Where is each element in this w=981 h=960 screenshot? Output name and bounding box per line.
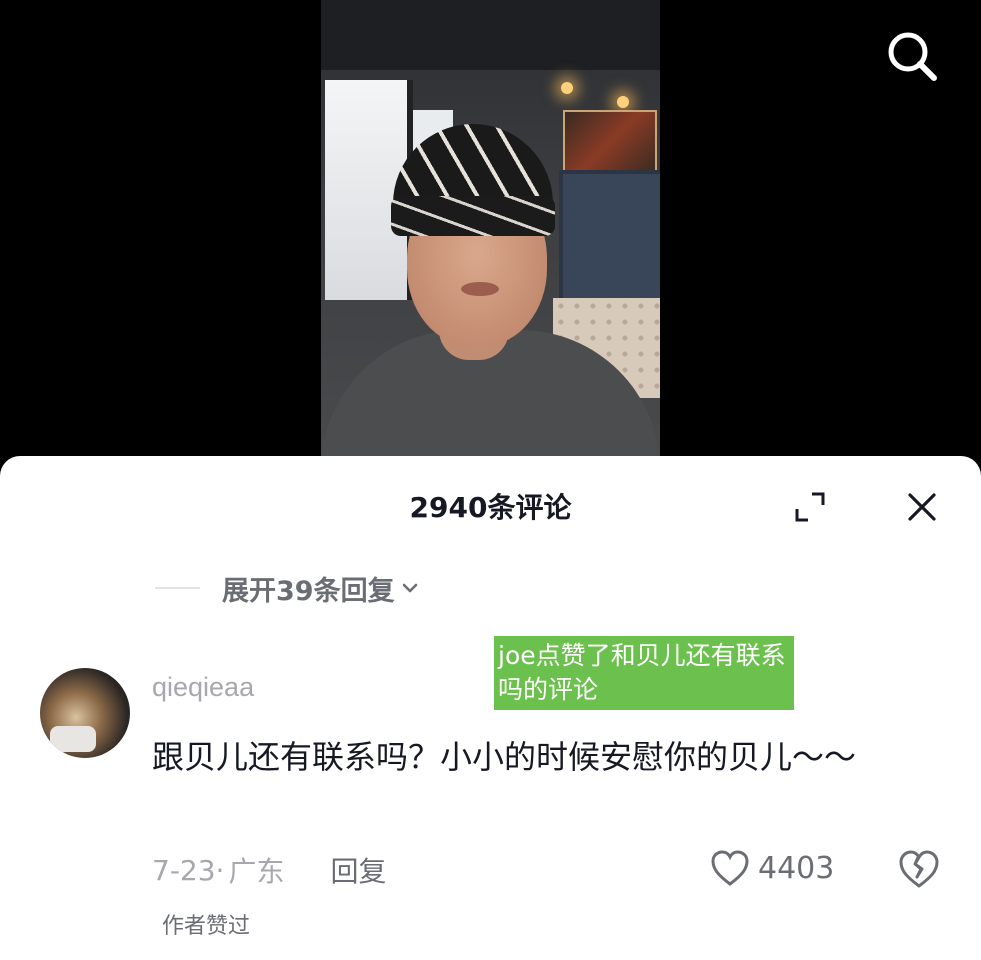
- comment-meta: 7-23· 广东 回复: [152, 850, 386, 890]
- avatar-detail: [50, 726, 96, 752]
- expand-replies-button[interactable]: 展开39条回复: [155, 568, 419, 608]
- author-liked-badge: 作者赞过: [162, 914, 251, 939]
- mouth: [461, 282, 499, 296]
- reply-button[interactable]: 回复: [330, 850, 386, 890]
- like-button[interactable]: 4403: [710, 849, 834, 887]
- comment-text[interactable]: 跟贝儿还有联系吗？小小的时候安慰你的贝儿～～: [152, 726, 942, 788]
- close-icon[interactable]: [906, 491, 938, 523]
- expand-icon[interactable]: [794, 491, 826, 523]
- heart-outline-icon: [711, 850, 749, 886]
- broken-heart-icon[interactable]: [898, 849, 940, 889]
- video-frame: [321, 0, 660, 470]
- divider-line: [155, 587, 200, 589]
- comment-username[interactable]: qieqieaa: [152, 672, 254, 703]
- comment-sheet: 2940条评论 展开39条回复 qieqieaa joe点赞了和贝儿还有联系吗的…: [0, 456, 981, 960]
- liked-annotation: joe点赞了和贝儿还有联系吗的评论: [494, 636, 794, 710]
- expand-replies-label: 展开39条回复: [222, 575, 395, 607]
- comment-location: 广东: [228, 855, 285, 888]
- comment-date: 7-23·: [152, 853, 225, 887]
- comment-count-title: 2940条评论: [409, 491, 572, 524]
- search-icon[interactable]: [884, 28, 940, 84]
- person: [321, 0, 660, 470]
- avatar[interactable]: [40, 668, 130, 758]
- like-count: 4403: [758, 850, 835, 886]
- chevron-down-icon: [402, 583, 417, 593]
- beanie-band: [391, 196, 555, 236]
- video-player[interactable]: [0, 0, 981, 470]
